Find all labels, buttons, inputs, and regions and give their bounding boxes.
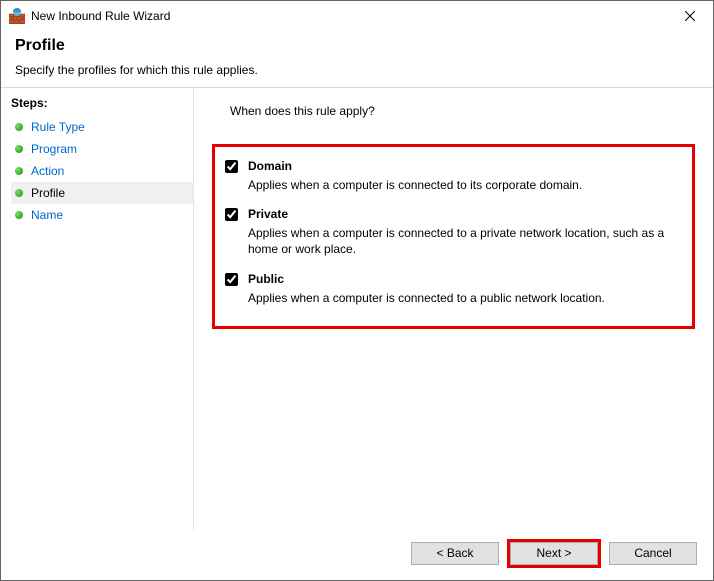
next-button-highlight: Next > (507, 539, 601, 568)
profiles-highlight: Domain Applies when a computer is connec… (212, 144, 695, 329)
checkbox-domain[interactable] (225, 160, 238, 173)
steps-heading: Steps: (11, 96, 193, 110)
window-title: New Inbound Rule Wizard (31, 9, 667, 23)
step-label: Name (31, 208, 63, 222)
option-private: Private (225, 207, 676, 221)
next-button[interactable]: Next > (510, 542, 598, 565)
step-profile[interactable]: Profile (11, 182, 193, 204)
cancel-button[interactable]: Cancel (609, 542, 697, 565)
wizard-header: Profile Specify the profiles for which t… (1, 31, 713, 87)
option-domain: Domain (225, 159, 676, 173)
step-name[interactable]: Name (11, 204, 193, 226)
close-icon (685, 11, 695, 21)
content-pane: When does this rule apply? Domain Applie… (193, 88, 713, 530)
bullet-icon (15, 189, 23, 197)
option-domain-label: Domain (248, 159, 292, 173)
page-title: Profile (15, 37, 699, 55)
titlebar: New Inbound Rule Wizard (1, 1, 713, 31)
option-public: Public (225, 272, 676, 286)
wizard-footer: < Back Next > Cancel (1, 530, 713, 580)
bullet-icon (15, 167, 23, 175)
wizard-body: Steps: Rule Type Program Action Profile … (1, 88, 713, 530)
step-program[interactable]: Program (11, 138, 193, 160)
bullet-icon (15, 123, 23, 131)
option-private-desc: Applies when a computer is connected to … (248, 225, 676, 257)
step-action[interactable]: Action (11, 160, 193, 182)
checkbox-public[interactable] (225, 273, 238, 286)
step-label: Program (31, 142, 77, 156)
close-button[interactable] (667, 1, 713, 31)
option-public-desc: Applies when a computer is connected to … (248, 290, 676, 306)
steps-sidebar: Steps: Rule Type Program Action Profile … (1, 88, 193, 530)
bullet-icon (15, 145, 23, 153)
page-subtitle: Specify the profiles for which this rule… (15, 63, 699, 77)
firewall-icon (9, 8, 25, 24)
step-label: Profile (31, 186, 65, 200)
wizard-window: New Inbound Rule Wizard Profile Specify … (0, 0, 714, 581)
step-rule-type[interactable]: Rule Type (11, 116, 193, 138)
bullet-icon (15, 211, 23, 219)
back-button[interactable]: < Back (411, 542, 499, 565)
option-public-label: Public (248, 272, 284, 286)
step-label: Rule Type (31, 120, 85, 134)
step-label: Action (31, 164, 64, 178)
option-private-label: Private (248, 207, 288, 221)
question-text: When does this rule apply? (230, 104, 689, 118)
checkbox-private[interactable] (225, 208, 238, 221)
option-domain-desc: Applies when a computer is connected to … (248, 177, 676, 193)
